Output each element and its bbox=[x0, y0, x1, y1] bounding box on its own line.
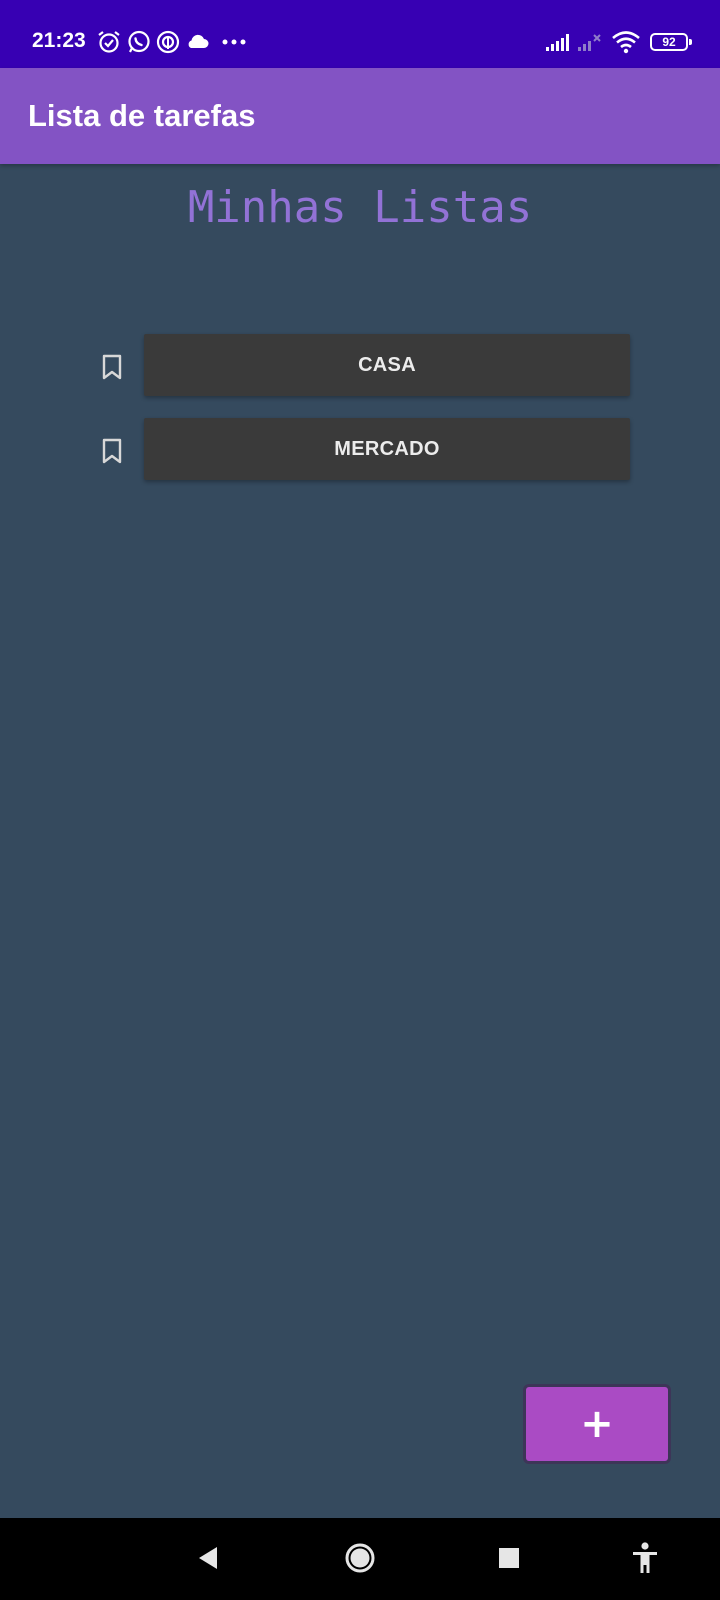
app-icon bbox=[156, 30, 180, 54]
battery-icon: 92 bbox=[650, 33, 692, 51]
page-heading: Minhas Listas bbox=[187, 182, 533, 233]
battery-level: 92 bbox=[662, 35, 676, 49]
alarm-icon bbox=[98, 31, 120, 53]
status-time: 21:23 bbox=[32, 29, 86, 52]
list-item: CASA bbox=[98, 334, 630, 396]
signal-icon bbox=[546, 34, 569, 51]
list-item: MERCADO bbox=[98, 418, 630, 480]
list-button-mercado[interactable]: MERCADO bbox=[144, 418, 630, 480]
app-title: Lista de tarefas bbox=[28, 98, 256, 133]
recents-icon[interactable] bbox=[489, 1538, 529, 1578]
status-bar: 21:23 92 bbox=[0, 0, 720, 68]
add-list-button[interactable]: + bbox=[523, 1384, 671, 1464]
whatsapp-icon bbox=[128, 30, 150, 53]
more-dots-icon bbox=[222, 39, 246, 45]
bookmark-icon[interactable] bbox=[98, 437, 126, 465]
signal-no-service-icon bbox=[578, 34, 601, 51]
back-icon[interactable] bbox=[188, 1538, 228, 1578]
cloud-icon bbox=[188, 34, 209, 48]
list-button-casa[interactable]: CASA bbox=[144, 334, 630, 396]
app-bar: Lista de tarefas bbox=[0, 68, 720, 164]
home-icon[interactable] bbox=[340, 1538, 380, 1578]
accessibility-icon[interactable] bbox=[625, 1538, 665, 1578]
navigation-bar bbox=[0, 1518, 720, 1600]
bookmark-icon[interactable] bbox=[98, 353, 126, 381]
wifi-icon bbox=[612, 31, 640, 54]
